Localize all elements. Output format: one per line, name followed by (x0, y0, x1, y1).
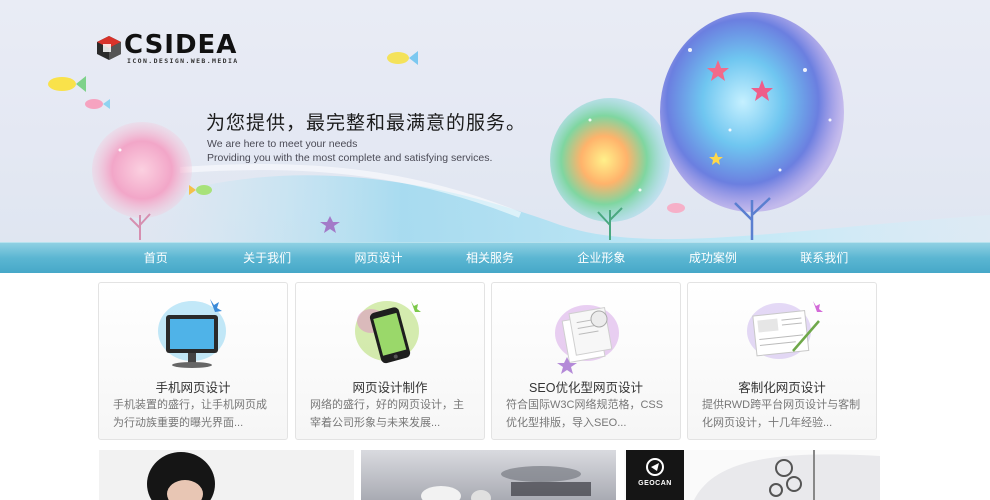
main-nav: 首页 关于我们 网页设计 相关服务 企业形象 成功案例 联系我们 (0, 242, 990, 273)
hero-subtitle-2: Providing you with the most complete and… (207, 152, 493, 164)
seo-pages-icon (555, 305, 619, 374)
service-description: 提供RWD跨平台网页设计与客制化网页设计，十几年经验... (702, 399, 861, 429)
site-logo[interactable]: CSIDEA ICON.DESIGN.WEB.MEDIA (96, 30, 246, 67)
monitor-icon (158, 299, 226, 368)
car-showcase-image (421, 466, 591, 500)
hero-slogan: 为您提供，最完整和最满意的服务。 (206, 112, 527, 134)
portfolio-thumb-2[interactable] (361, 450, 616, 500)
portrait-image (147, 452, 215, 500)
interior-image (694, 450, 880, 500)
service-title: 手机网页设计 (155, 381, 231, 395)
service-card-mobile[interactable]: 手机网页设计 手机装置的盛行，让手机网页成为行动族重要的曝光界面... (98, 282, 288, 440)
service-description: 网络的盛行，好的网页设计，主宰着公司形象与未来发展... (310, 399, 464, 429)
nav-item-services[interactable]: 相关服务 (434, 243, 545, 274)
nav-item-web-design[interactable]: 网页设计 (323, 243, 434, 274)
logo-wordmark: CSIDEA (124, 30, 238, 60)
service-title: 客制化网页设计 (738, 381, 826, 395)
hero-banner: CSIDEA ICON.DESIGN.WEB.MEDIA 为您提供，最完整和最满… (0, 0, 990, 242)
logo-cube-icon (97, 36, 121, 60)
nav-item-cases[interactable]: 成功案例 (657, 243, 768, 274)
hero-subtitle-1: We are here to meet your needs (207, 138, 358, 150)
nav-item-home[interactable]: 首页 (100, 243, 211, 274)
nav-item-corporate-identity[interactable]: 企业形象 (546, 243, 657, 274)
service-cards: 手机网页设计 手机装置的盛行，让手机网页成为行动族重要的曝光界面... 网页设计… (98, 282, 878, 442)
service-description: 符合国际W3C网络规范格，CSS优化型排版，导入SEO... (506, 399, 664, 429)
service-card-seo[interactable]: SEO优化型网页设计 符合国际W3C网络规范格，CSS优化型排版，导入SEO..… (491, 282, 681, 440)
service-title: SEO优化型网页设计 (529, 381, 643, 395)
portfolio-thumb-3[interactable]: GEOCAN (624, 450, 880, 500)
service-card-custom[interactable]: 客制化网页设计 提供RWD跨平台网页设计与客制化网页设计，十几年经验... (687, 282, 877, 440)
service-title: 网页设计制作 (352, 381, 428, 395)
nav-item-contact[interactable]: 联系我们 (769, 243, 880, 274)
wireframe-icon (747, 301, 823, 359)
portfolio-thumb-1[interactable] (99, 450, 354, 500)
smartphone-icon (355, 301, 421, 364)
service-card-web-design[interactable]: 网页设计制作 网络的盛行，好的网页设计，主宰着公司形象与未来发展... (295, 282, 485, 440)
service-description: 手机装置的盛行，让手机网页成为行动族重要的曝光界面... (113, 399, 267, 429)
logo-tagline: ICON.DESIGN.WEB.MEDIA (127, 57, 239, 65)
nav-item-about[interactable]: 关于我们 (211, 243, 322, 274)
